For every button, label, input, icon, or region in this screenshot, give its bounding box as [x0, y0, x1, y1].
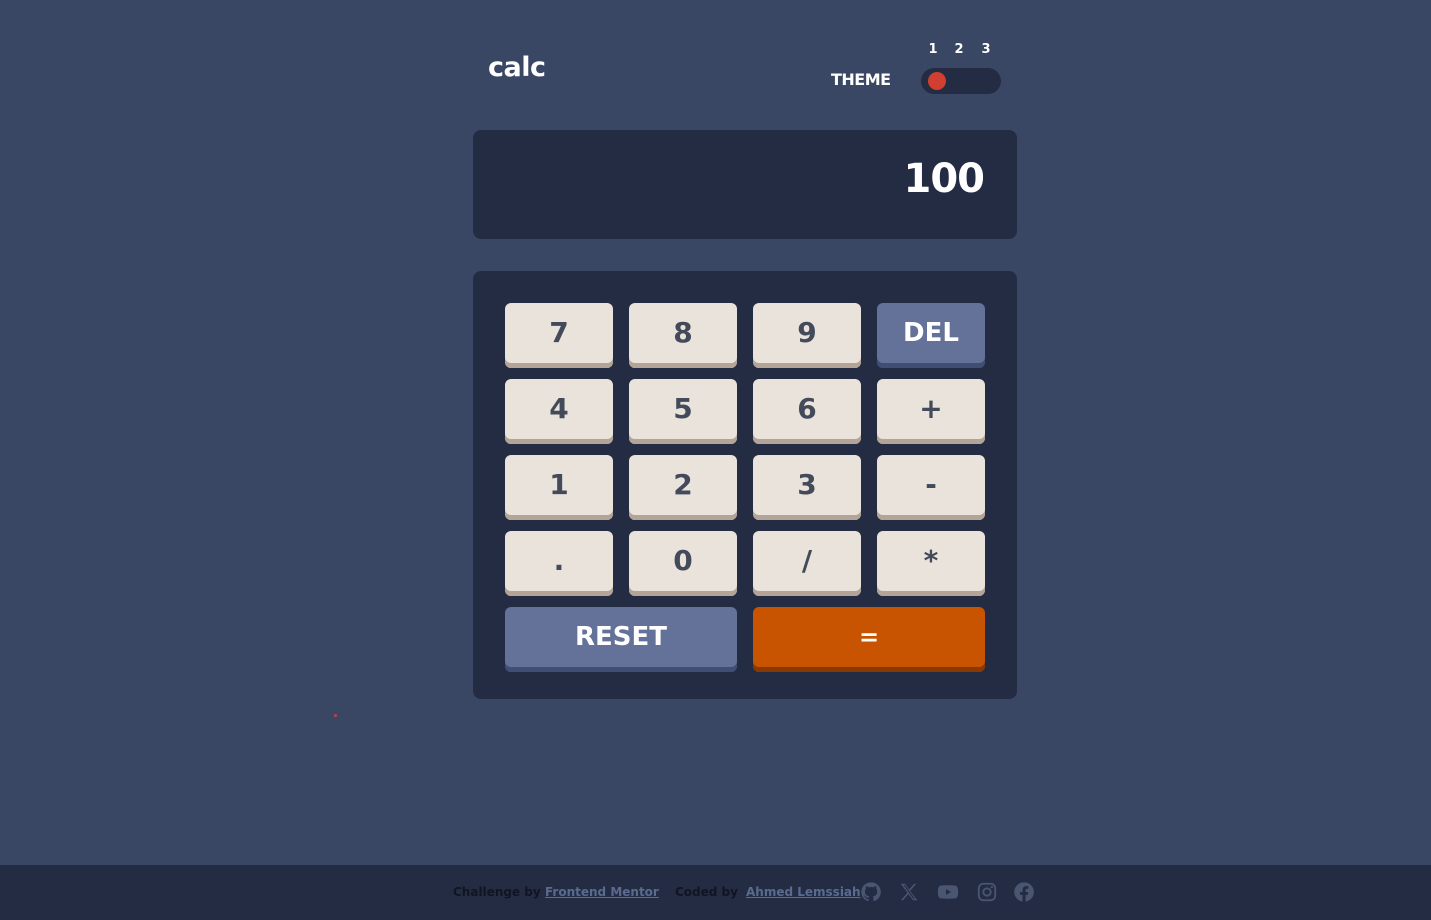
equals-button[interactable]: =	[753, 607, 985, 672]
theme-toggle-knob[interactable]	[928, 72, 946, 90]
youtube-icon[interactable]	[937, 881, 959, 903]
coded-by-label: Coded by	[675, 885, 738, 899]
footer: Challenge by Frontend Mentor Coded by Ah…	[0, 865, 1431, 920]
facebook-icon[interactable]	[1013, 881, 1035, 903]
instagram-icon[interactable]	[976, 881, 998, 903]
key-4[interactable]: 4	[505, 379, 613, 444]
logo: calc	[488, 52, 546, 83]
key-1[interactable]: 1	[505, 455, 613, 520]
theme-numbers: 1 2 3	[921, 42, 1001, 60]
challenge-label: Challenge by	[453, 885, 541, 899]
author-link[interactable]: Ahmed Lemssiah	[746, 885, 861, 899]
key-plus[interactable]: +	[877, 379, 985, 444]
keypad: 7 8 9 DEL 4 5 6 + 1 2 3 - . 0 / * RESET …	[473, 271, 1017, 699]
delete-button[interactable]: DEL	[877, 303, 985, 368]
calculator-app: calc THEME 1 2 3 100 7 8 9 DEL 4 5 6 + 1…	[473, 0, 1017, 699]
key-divide[interactable]: /	[753, 531, 861, 596]
theme-toggle[interactable]	[921, 68, 1001, 94]
key-9[interactable]: 9	[753, 303, 861, 368]
github-icon[interactable]	[860, 881, 882, 903]
theme-label: THEME	[831, 70, 891, 89]
key-3[interactable]: 3	[753, 455, 861, 520]
theme-number-1[interactable]: 1	[925, 42, 941, 57]
header: calc THEME 1 2 3	[473, 0, 1017, 130]
stray-dot	[334, 714, 337, 717]
key-multiply[interactable]: *	[877, 531, 985, 596]
theme-number-3[interactable]: 3	[978, 42, 994, 57]
reset-button[interactable]: RESET	[505, 607, 737, 672]
key-6[interactable]: 6	[753, 379, 861, 444]
key-decimal[interactable]: .	[505, 531, 613, 596]
key-2[interactable]: 2	[629, 455, 737, 520]
key-7[interactable]: 7	[505, 303, 613, 368]
display-screen: 100	[473, 130, 1017, 239]
x-icon[interactable]	[898, 881, 920, 903]
key-0[interactable]: 0	[629, 531, 737, 596]
frontend-mentor-link[interactable]: Frontend Mentor	[545, 885, 659, 899]
display-value: 100	[903, 156, 985, 202]
key-5[interactable]: 5	[629, 379, 737, 444]
key-8[interactable]: 8	[629, 303, 737, 368]
theme-number-2[interactable]: 2	[951, 42, 967, 57]
key-minus[interactable]: -	[877, 455, 985, 520]
